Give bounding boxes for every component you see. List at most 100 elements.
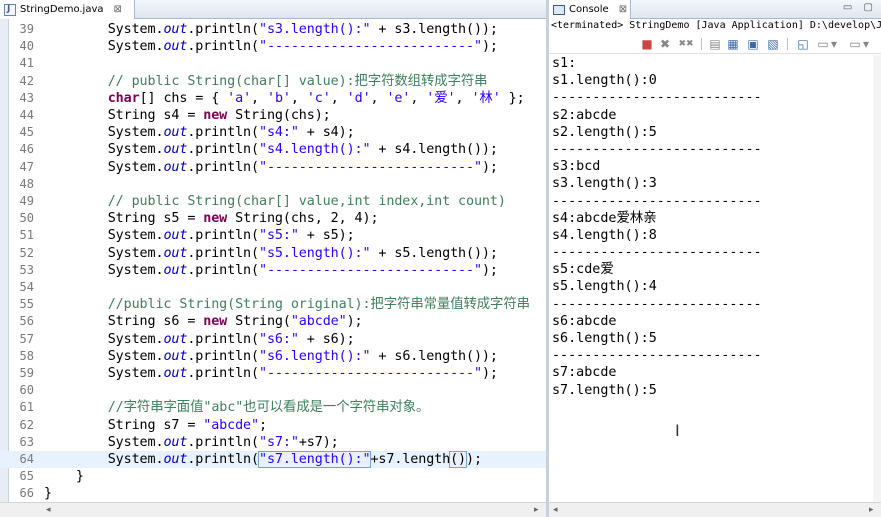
code-text[interactable]: System.out.println("s4:" + s4); xyxy=(44,124,355,141)
chevron-down-icon[interactable]: ▾ xyxy=(829,36,839,52)
code-text[interactable]: String s7 = "abcde"; xyxy=(44,417,267,434)
line-number: 44 xyxy=(19,108,34,122)
code-line[interactable]: 61 //字符串字面值"abc"也可以看成是一个字符串对象。 xyxy=(0,399,546,416)
code-line[interactable]: 57 System.out.println("s6:" + s6); xyxy=(0,331,546,348)
code-line[interactable]: 45 System.out.println("s4:" + s4); xyxy=(0,124,546,141)
close-icon[interactable]: ⊠ xyxy=(619,4,627,15)
console-output-line: s6:abcde xyxy=(552,313,617,329)
code-line[interactable]: 59 System.out.println("-----------------… xyxy=(0,365,546,382)
pin-console-icon[interactable]: ▣ xyxy=(745,36,761,52)
code-line[interactable]: 49 // public String(char[] value,int ind… xyxy=(0,193,546,210)
code-editor[interactable]: 39 System.out.println("s3.length():" + s… xyxy=(0,19,546,502)
console-toolbar: ■ ✖ ✖✖ ▤ ▦ ▣ ▧ ◱ ▭ ▾ ▭ ▾ xyxy=(549,34,881,54)
code-line[interactable]: 56 String s6 = new String("abcde"); xyxy=(0,313,546,330)
editor-pane: StringDemo.java ⊠ 39 System.out.println(… xyxy=(0,0,546,517)
scroll-left-icon[interactable]: ◂ xyxy=(553,505,558,515)
code-text[interactable]: System.out.println("--------------------… xyxy=(44,262,498,279)
code-text[interactable]: } xyxy=(44,468,84,485)
console-horizontal-scrollbar[interactable]: ◂ ▸ xyxy=(549,502,881,517)
java-file-icon xyxy=(4,3,16,16)
line-number: 65 xyxy=(19,469,34,484)
code-line[interactable]: 50 String s5 = new String(chs, 2, 4); xyxy=(0,210,546,227)
code-line[interactable]: 58 System.out.println("s6.length():" + s… xyxy=(0,348,546,365)
console-output-line: s5.length():4 xyxy=(552,279,657,295)
remove-all-launches-icon[interactable]: ✖✖ xyxy=(675,36,697,52)
code-text[interactable]: System.out.println("s6.length():" + s6.l… xyxy=(44,348,498,365)
code-line[interactable]: 65 } xyxy=(0,468,546,485)
open-console-icon[interactable]: ◱ xyxy=(795,36,811,52)
code-line[interactable]: 54 xyxy=(0,279,546,296)
code-text[interactable]: String s5 = new String(chs, 2, 4); xyxy=(44,210,379,227)
code-line[interactable]: 44 String s4 = new String(chs); xyxy=(0,107,546,124)
code-line[interactable]: 39 System.out.println("s3.length():" + s… xyxy=(0,21,546,38)
editor-tab-stringdemo[interactable]: StringDemo.java ⊠ xyxy=(0,0,135,19)
line-number: 58 xyxy=(19,348,34,363)
code-line[interactable]: 43 char[] chs = { 'a', 'b', 'c', 'd', 'e… xyxy=(0,90,546,107)
code-text[interactable]: char[] chs = { 'a', 'b', 'c', 'd', 'e', … xyxy=(44,90,525,107)
code-line[interactable]: 46 System.out.println("s4.length():" + s… xyxy=(0,141,546,158)
code-text[interactable]: String s4 = new String(chs); xyxy=(44,107,331,124)
line-number: 56 xyxy=(19,314,34,329)
console-output-line: s6.length():5 xyxy=(552,331,657,346)
code-text[interactable]: System.out.println("s7.length():"+s7.len… xyxy=(44,451,482,468)
code-line[interactable]: 53 System.out.println("-----------------… xyxy=(0,262,546,279)
scroll-lock-icon[interactable]: ▦ xyxy=(725,36,741,52)
line-number: 66 xyxy=(19,486,34,501)
display-selected-console-icon[interactable]: ▧ xyxy=(765,36,781,52)
code-line[interactable]: 66} xyxy=(0,485,546,502)
code-text[interactable]: System.out.println("--------------------… xyxy=(44,365,498,382)
code-line[interactable]: 55 //public String(String original):把字符串… xyxy=(0,296,546,313)
editor-horizontal-scrollbar[interactable]: ◂ ▸ xyxy=(0,502,546,517)
code-text[interactable]: //字符串字面值"abc"也可以看成是一个字符串对象。 xyxy=(44,399,430,416)
console-tab[interactable]: Console ⊠ xyxy=(549,0,631,19)
scroll-left-icon[interactable]: ◂ xyxy=(46,505,51,515)
code-text[interactable]: System.out.println("s5.length():" + s5.l… xyxy=(44,245,498,262)
console-output-line: s7.length():5 xyxy=(552,382,657,398)
code-line[interactable]: 48 xyxy=(0,176,546,193)
console-output[interactable]: s1: s1.length():0 ------------------------… xyxy=(552,55,872,399)
code-text[interactable]: System.out.println("--------------------… xyxy=(44,159,498,176)
code-line[interactable]: 63 System.out.println("s7:"+s7); xyxy=(0,434,546,451)
console-output-line: -------------------------- xyxy=(552,245,762,261)
code-line[interactable]: 42 // public String(char[] value):把字符数组转… xyxy=(0,73,546,90)
code-text[interactable]: System.out.println("s3.length():" + s3.l… xyxy=(44,21,498,38)
code-line[interactable]: 51 System.out.println("s5:" + s5); xyxy=(0,227,546,244)
code-line[interactable]: 41 xyxy=(0,55,546,72)
code-text[interactable]: } xyxy=(44,485,52,502)
code-line[interactable]: 47 System.out.println("-----------------… xyxy=(0,159,546,176)
line-number: 54 xyxy=(19,280,34,294)
code-text[interactable]: System.out.println("s5:" + s5); xyxy=(44,227,355,244)
code-line[interactable]: 60 xyxy=(0,382,546,399)
scroll-right-icon[interactable]: ▸ xyxy=(869,505,874,515)
line-number: 43 xyxy=(19,90,34,105)
line-number: 52 xyxy=(19,245,34,260)
remove-launch-icon[interactable]: ✖ xyxy=(657,36,673,52)
console-output-line: s2.length():5 xyxy=(552,124,657,140)
code-text[interactable]: //public String(String original):把字符串常量值… xyxy=(44,296,530,313)
clear-console-icon[interactable]: ▤ xyxy=(707,36,723,52)
console-vertical-scrollbar[interactable] xyxy=(873,55,881,502)
minimize-maximize-icon[interactable]: ▭ ▢ xyxy=(843,2,877,13)
scroll-right-icon[interactable]: ▸ xyxy=(534,505,539,515)
code-text[interactable]: System.out.println("s4.length():" + s4.l… xyxy=(44,141,498,158)
chevron-down-icon[interactable]: ▾ xyxy=(861,36,871,52)
code-text[interactable]: // public String(char[] value):把字符数组转成字符… xyxy=(44,73,488,90)
code-text[interactable]: System.out.println("s7:"+s7); xyxy=(44,434,339,451)
console-pane: Console ⊠ ▭ ▢ <terminated> StringDemo [J… xyxy=(549,0,881,517)
code-line[interactable]: 52 System.out.println("s5.length():" + s… xyxy=(0,245,546,262)
line-number: 60 xyxy=(19,383,34,398)
console-output-line: -------------------------- xyxy=(552,296,762,312)
code-text[interactable]: String s6 = new String("abcde"); xyxy=(44,313,363,330)
terminate-icon[interactable]: ■ xyxy=(639,36,655,52)
editor-tab-bar: StringDemo.java ⊠ xyxy=(0,0,546,19)
code-line[interactable]: 62 String s7 = "abcde"; xyxy=(0,417,546,434)
code-text[interactable]: System.out.println("s6:" + s6); xyxy=(44,331,355,348)
code-line[interactable]: 40 System.out.println("-----------------… xyxy=(0,38,546,55)
close-icon[interactable]: ⊠ xyxy=(114,4,122,15)
code-text[interactable]: System.out.println("--------------------… xyxy=(44,38,498,55)
code-text[interactable]: // public String(char[] value,int index,… xyxy=(44,193,506,210)
console-tab-label: Console xyxy=(569,4,609,15)
line-number: 55 xyxy=(19,297,34,312)
code-line[interactable]: 64 System.out.println("s7.length():"+s7.… xyxy=(0,451,546,468)
text-cursor-icon: I xyxy=(675,421,680,440)
